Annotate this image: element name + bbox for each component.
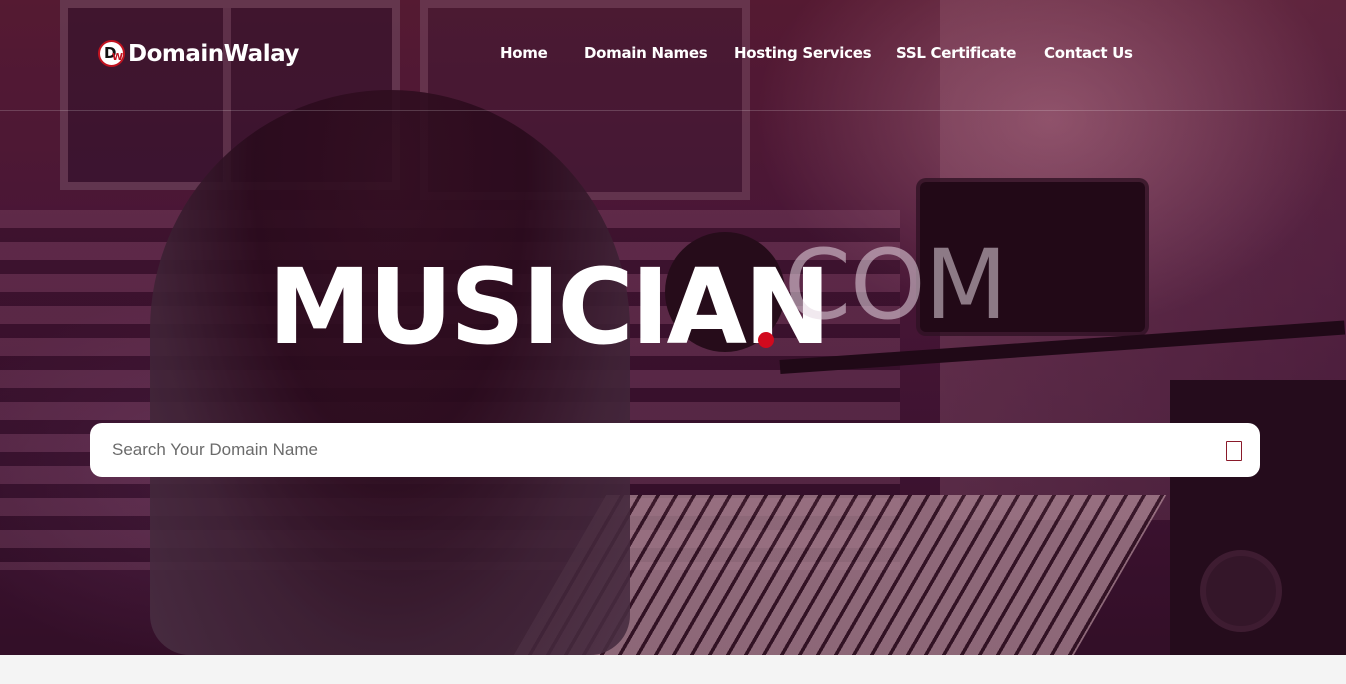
site-header: D W DomainWalay Home Domain Names Hostin… xyxy=(0,0,1346,111)
page-content-start xyxy=(0,655,1346,684)
nav-item-home[interactable]: Home xyxy=(500,44,548,62)
search-submit-button[interactable] xyxy=(1226,441,1242,461)
nav-item-contact-us[interactable]: Contact Us xyxy=(1044,44,1133,62)
nav-item-domain-names[interactable]: Domain Names xyxy=(584,44,708,62)
hero-section: D W DomainWalay Home Domain Names Hostin… xyxy=(0,0,1346,655)
domain-dot xyxy=(758,332,774,348)
domain-extension-text: COM xyxy=(784,229,1007,341)
domain-search-bar xyxy=(90,423,1260,477)
main-nav: Home Domain Names Hosting Services SSL C… xyxy=(0,44,1346,64)
domain-search-input[interactable] xyxy=(90,423,1190,477)
domain-name-text: MUSICIAN xyxy=(268,246,831,368)
nav-item-ssl-certificate[interactable]: SSL Certificate xyxy=(896,44,1016,62)
nav-item-hosting-services[interactable]: Hosting Services xyxy=(734,44,872,62)
